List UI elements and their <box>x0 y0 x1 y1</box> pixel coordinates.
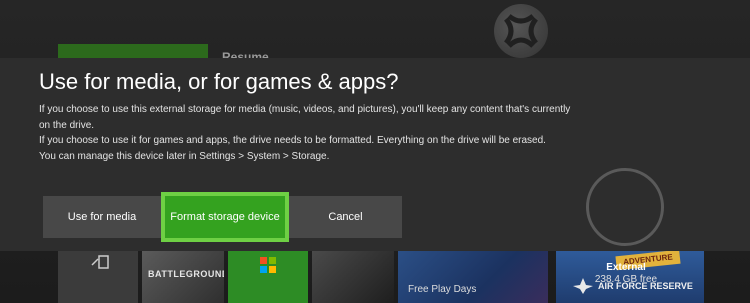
dialog-title: Use for media, or for games & apps? <box>39 69 399 94</box>
controller-tile <box>58 251 138 303</box>
free-play-days-tile: Free Play Days <box>398 251 548 303</box>
game-tile-battlegrounds: BATTLEGROUNDS <box>142 251 224 303</box>
media-description: If you choose to use this external stora… <box>39 104 571 131</box>
free-play-label: Free Play Days <box>408 284 477 295</box>
drive-ring-icon <box>586 168 664 246</box>
use-for-media-button[interactable]: Use for media <box>43 196 161 238</box>
games-description: If you choose to use it for games and ap… <box>39 135 546 146</box>
xbox-logo-icon <box>494 4 548 58</box>
game-title: BATTLEGROUNDS <box>148 269 224 279</box>
format-storage-device-button[interactable]: Format storage device <box>161 192 289 242</box>
store-icon <box>260 257 276 273</box>
store-tile <box>228 251 308 303</box>
cancel-button[interactable]: Cancel <box>289 196 402 238</box>
connect-icon <box>91 255 109 269</box>
game-tile-dark <box>312 251 394 303</box>
dialog-body: If you choose to use this external stora… <box>39 102 579 164</box>
drive-free-space: 238.4 GB free <box>594 274 658 285</box>
drive-name: External <box>606 262 646 273</box>
settings-hint: You can manage this device later in Sett… <box>39 150 330 162</box>
